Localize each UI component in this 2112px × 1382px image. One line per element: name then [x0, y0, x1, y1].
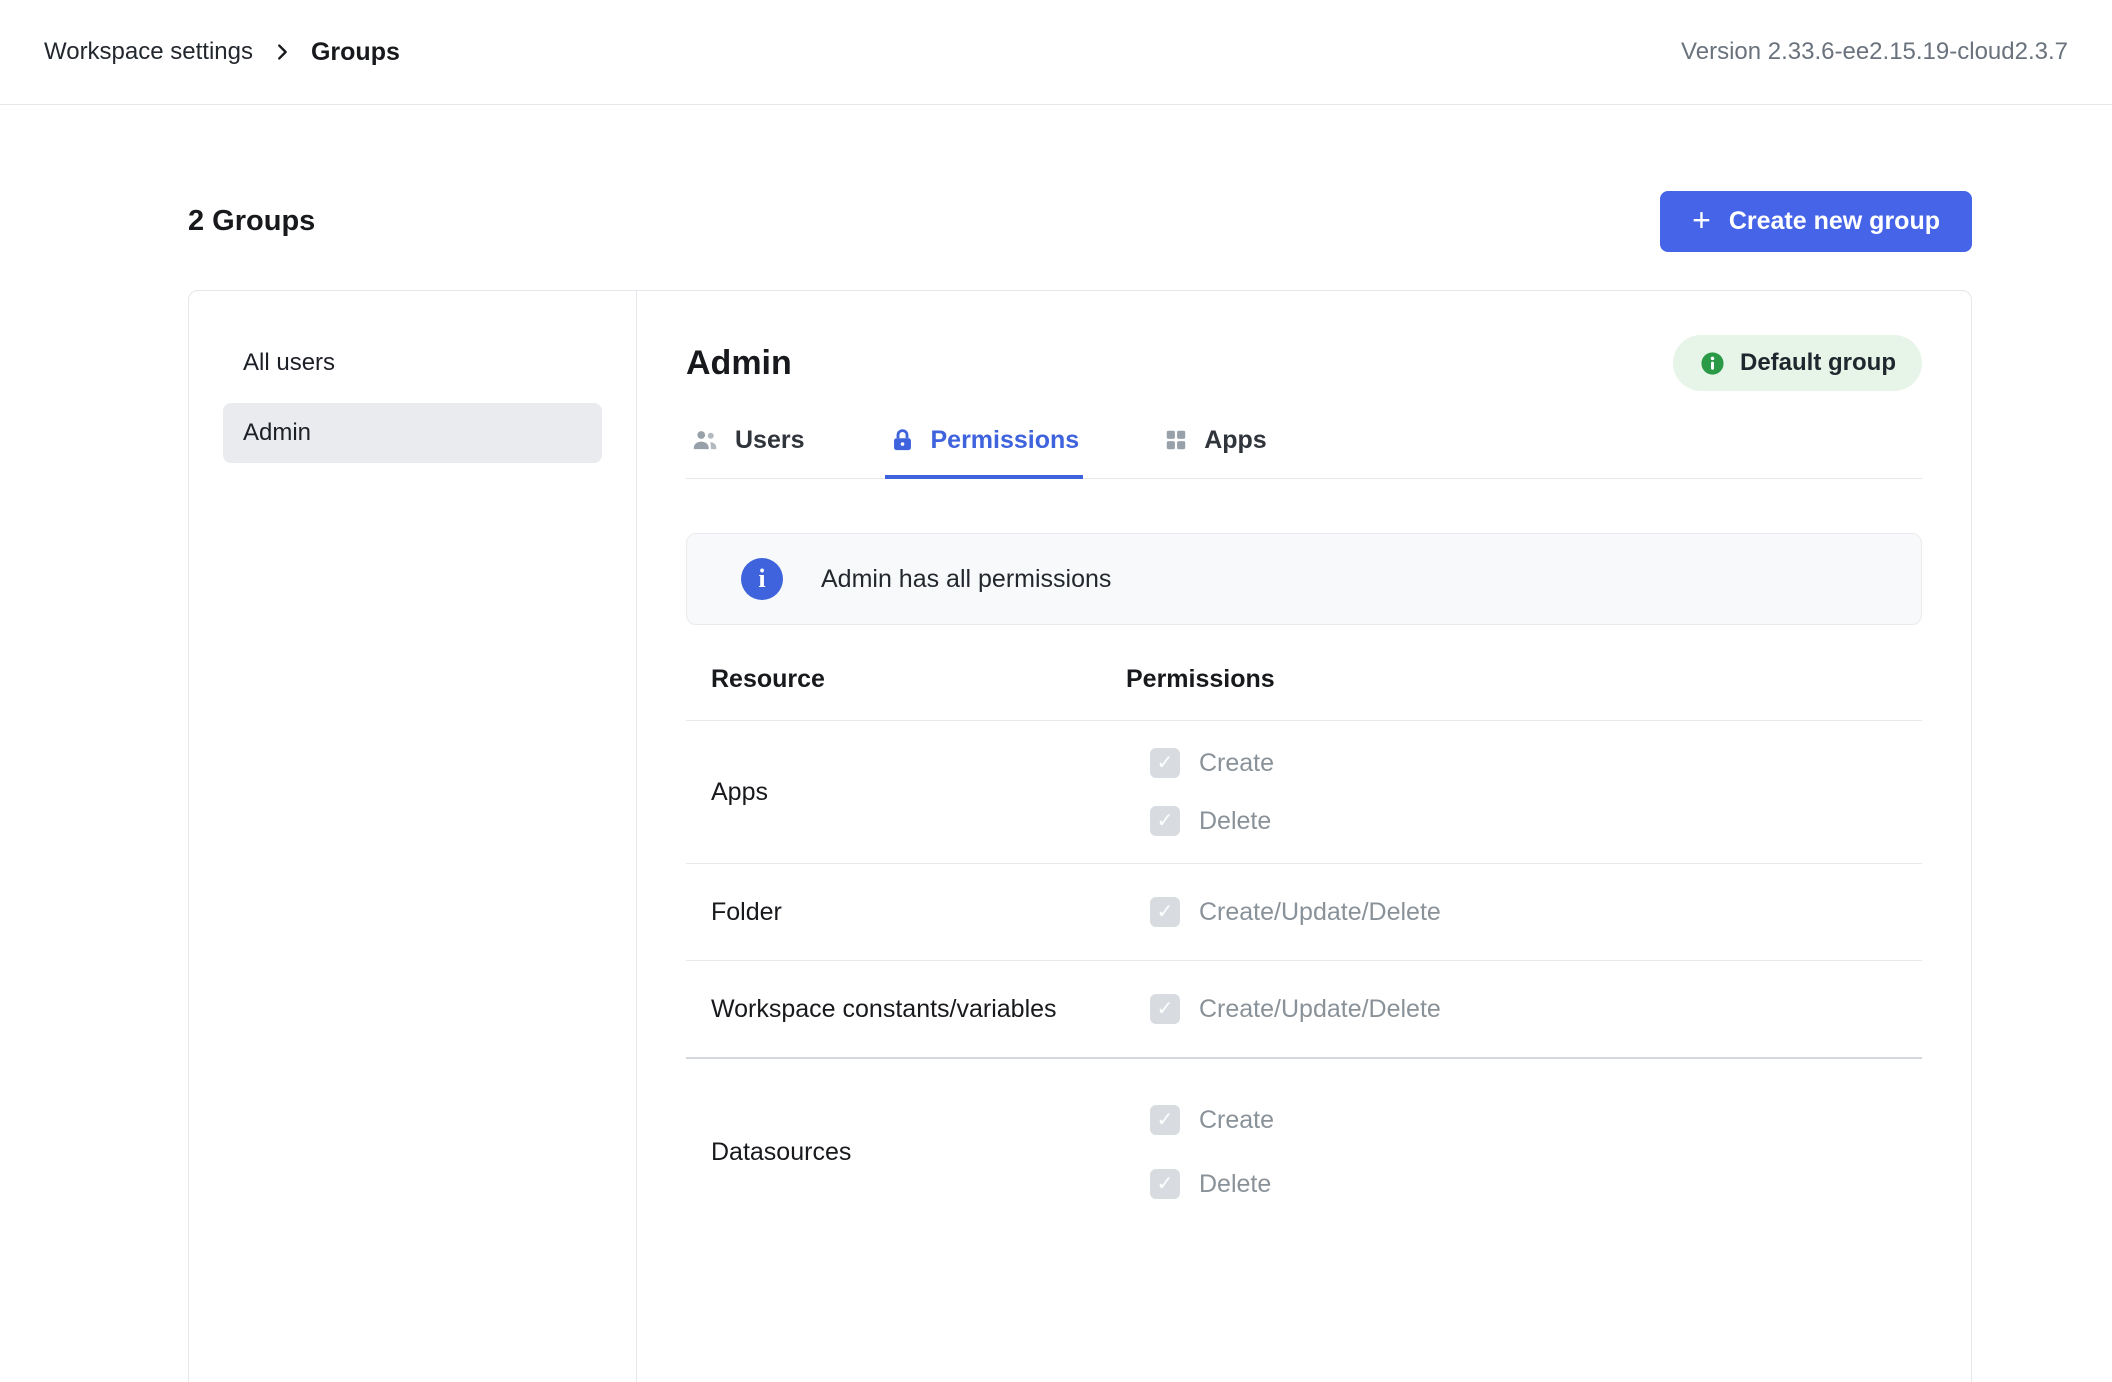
permission-item: ✓ Delete	[1150, 806, 1922, 836]
create-new-group-button[interactable]: + Create new group	[1660, 191, 1972, 252]
permission-item: ✓ Create/Update/Delete	[1150, 897, 1922, 927]
check-icon: ✓	[1157, 753, 1174, 773]
permission-label: Delete	[1199, 1170, 1271, 1199]
table-row-folder: Folder ✓ Create/Update/Delete	[686, 864, 1922, 961]
check-icon: ✓	[1157, 902, 1174, 922]
permission-label: Delete	[1199, 807, 1271, 836]
create-new-group-label: Create new group	[1729, 207, 1940, 236]
default-group-label: Default group	[1740, 349, 1896, 377]
groups-count-label: 2 Groups	[188, 205, 315, 238]
group-tabs: Users Permissions	[686, 425, 1922, 479]
permission-label: Create/Update/Delete	[1199, 898, 1441, 927]
permissions-column-header: Permissions	[1126, 665, 1922, 694]
breadcrumb: Workspace settings Groups	[44, 38, 400, 67]
resource-label: Datasources	[686, 1138, 1126, 1167]
version-label: Version 2.33.6-ee2.15.19-cloud2.3.7	[1681, 38, 2068, 66]
groups-card: All users Admin Admin	[188, 290, 1972, 1382]
permissions-info-text: Admin has all permissions	[821, 565, 1111, 594]
check-icon: ✓	[1157, 1110, 1174, 1130]
top-header: Workspace settings Groups Version 2.33.6…	[0, 0, 2112, 105]
permissions-cell: ✓ Create/Update/Delete	[1150, 961, 1922, 1057]
checkbox-apps-delete[interactable]: ✓	[1150, 806, 1180, 836]
permission-item: ✓ Create/Update/Delete	[1150, 994, 1922, 1024]
permission-label: Create/Update/Delete	[1199, 995, 1441, 1024]
tab-apps-label: Apps	[1204, 426, 1267, 455]
checkbox-datasources-create[interactable]: ✓	[1150, 1105, 1180, 1135]
tab-permissions[interactable]: Permissions	[885, 425, 1084, 479]
permission-label: Create	[1199, 749, 1274, 778]
green-info-icon	[1699, 350, 1726, 377]
users-icon	[690, 425, 720, 455]
blue-info-icon: i	[741, 558, 783, 600]
permission-item: ✓ Delete	[1150, 1169, 1922, 1199]
checkbox-workspace-constants-cud[interactable]: ✓	[1150, 994, 1180, 1024]
group-title: Admin	[686, 344, 792, 383]
checkbox-apps-create[interactable]: ✓	[1150, 748, 1180, 778]
tab-apps[interactable]: Apps	[1159, 425, 1271, 479]
apps-grid-icon	[1163, 427, 1189, 453]
permissions-cell: ✓ Create ✓ Delete	[1150, 721, 1922, 863]
resource-column-header: Resource	[686, 665, 1126, 694]
sidebar-item-admin[interactable]: Admin	[223, 403, 602, 463]
workspace-settings-screen: Workspace settings Groups Version 2.33.6…	[0, 0, 2112, 1382]
permission-item: ✓ Create	[1150, 748, 1922, 778]
sidebar-item-label: All users	[243, 349, 335, 377]
permissions-table: Resource Permissions Apps ✓ Create	[686, 627, 1922, 1245]
breadcrumb-workspace-settings[interactable]: Workspace settings	[44, 38, 253, 66]
tab-users[interactable]: Users	[686, 425, 809, 479]
breadcrumb-groups: Groups	[311, 38, 400, 67]
default-group-badge: Default group	[1673, 335, 1922, 391]
table-row-apps: Apps ✓ Create ✓	[686, 721, 1922, 864]
checkbox-datasources-delete[interactable]: ✓	[1150, 1169, 1180, 1199]
lock-icon	[889, 427, 916, 454]
permission-label: Create	[1199, 1106, 1274, 1135]
plus-icon: +	[1692, 204, 1711, 236]
group-detail-panel: Admin Default group	[637, 291, 1971, 1382]
table-row-datasources: Datasources ✓ Create ✓	[686, 1059, 1922, 1245]
permissions-cell: ✓ Create ✓ Delete	[1150, 1059, 1922, 1245]
tab-permissions-label: Permissions	[931, 426, 1080, 455]
checkbox-folder-cud[interactable]: ✓	[1150, 897, 1180, 927]
main-content: 2 Groups + Create new group All users Ad…	[0, 191, 2112, 1382]
permissions-table-header: Resource Permissions	[686, 627, 1922, 721]
table-row-workspace-constants: Workspace constants/variables ✓ Create/U…	[686, 961, 1922, 1059]
permission-item: ✓ Create	[1150, 1105, 1922, 1135]
permissions-info-banner: i Admin has all permissions	[686, 533, 1922, 625]
check-icon: ✓	[1157, 999, 1174, 1019]
sidebar-item-label: Admin	[243, 419, 311, 447]
permissions-cell: ✓ Create/Update/Delete	[1150, 864, 1922, 960]
resource-label: Apps	[686, 778, 1126, 807]
tab-users-label: Users	[735, 426, 805, 455]
check-icon: ✓	[1157, 1174, 1174, 1194]
chevron-right-icon	[271, 41, 293, 63]
resource-label: Workspace constants/variables	[686, 995, 1126, 1024]
groups-toolbar: 2 Groups + Create new group	[188, 191, 1972, 252]
groups-sidebar: All users Admin	[189, 291, 637, 1382]
sidebar-item-all-users[interactable]: All users	[223, 333, 602, 393]
check-icon: ✓	[1157, 811, 1174, 831]
resource-label: Folder	[686, 898, 1126, 927]
group-detail-header: Admin Default group	[686, 335, 1922, 391]
